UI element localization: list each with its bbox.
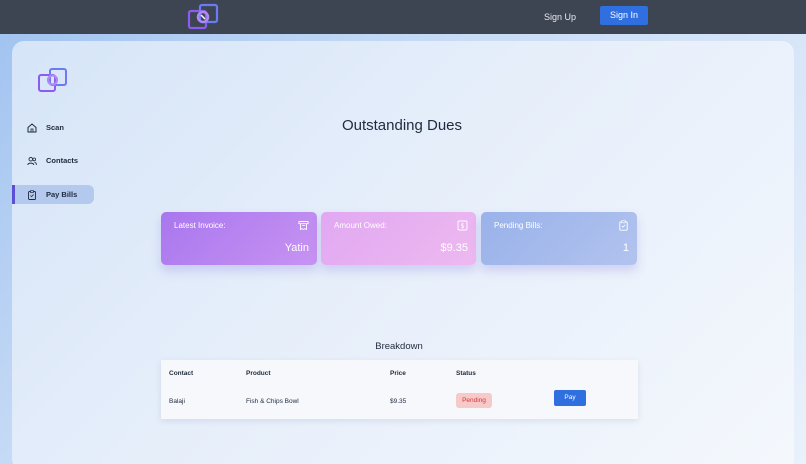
breakdown-title: Breakdown: [375, 341, 423, 352]
svg-text:$: $: [460, 222, 464, 230]
sidebar-item-contacts[interactable]: Contacts: [12, 151, 94, 170]
pending-bills-card: Pending Bills: 1: [481, 212, 637, 265]
users-icon: [27, 156, 37, 165]
main-panel: Scan Contacts Pay Bills Outstanding Dues…: [12, 41, 794, 464]
status-badge: Pending: [456, 393, 492, 408]
card-label: Latest Invoice:: [174, 221, 226, 230]
home-icon: [27, 122, 37, 132]
sidebar-item-pay-bills[interactable]: Pay Bills: [12, 185, 94, 204]
card-label: Pending Bills:: [494, 221, 543, 230]
column-header-status: Status: [456, 370, 476, 377]
page-title: Outstanding Dues: [341, 117, 463, 134]
clipboard-icon: [619, 220, 628, 231]
dollar-icon: $: [457, 220, 468, 231]
row-contact: Balaji: [169, 398, 185, 405]
row-product: Fish & Chips Bowl: [246, 398, 299, 405]
card-label: Amount Owed:: [334, 221, 387, 230]
sidebar-item-label: Scan: [46, 123, 64, 132]
sidebar-item-scan[interactable]: Scan: [12, 118, 94, 137]
app-logo-icon[interactable]: [186, 3, 222, 31]
breakdown-table: Contact Product Price Status Balaji Fish…: [161, 360, 638, 419]
latest-invoice-card: Latest Invoice: Yatin: [161, 212, 317, 265]
card-value: Yatin: [284, 242, 309, 254]
amount-owed-card: Amount Owed: $ $9.35: [321, 212, 476, 265]
column-header-contact: Contact: [169, 370, 194, 377]
sidebar-logo-icon[interactable]: [37, 67, 70, 94]
column-header-price: Price: [390, 370, 406, 377]
card-value: 1: [622, 242, 629, 254]
clipboard-icon: [28, 189, 36, 200]
pay-button[interactable]: Pay: [554, 390, 586, 406]
column-header-product: Product: [246, 370, 271, 377]
sign-in-button[interactable]: Sign In: [600, 6, 648, 25]
sign-up-link[interactable]: Sign Up: [536, 8, 584, 26]
top-navbar: Sign Up Sign In: [0, 0, 806, 34]
row-price: $9.35: [390, 398, 407, 405]
receipt-icon: [298, 221, 309, 231]
sidebar-item-label: Contacts: [46, 156, 79, 165]
card-value: $9.35: [440, 242, 468, 254]
sidebar-item-label: Pay Bills: [46, 190, 78, 199]
